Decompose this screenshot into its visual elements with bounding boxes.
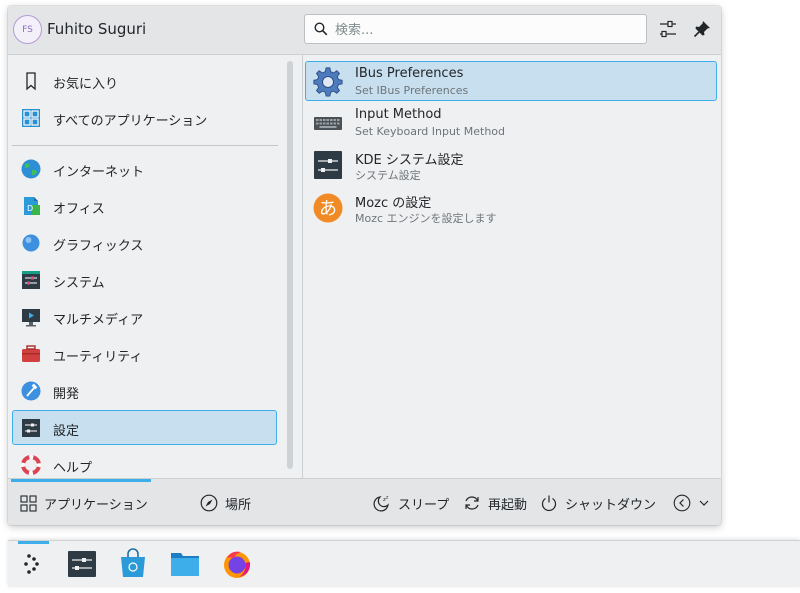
category-favorites[interactable]: お気に入り — [12, 63, 277, 98]
category-office[interactable]: D オフィス — [12, 188, 277, 223]
sleep-label: スリープ — [398, 497, 450, 513]
category-label: オフィス — [53, 202, 105, 217]
app-item-ibus-preferences[interactable]: IBus Preferences Set IBus Preferences — [305, 61, 717, 101]
restart-icon — [465, 496, 479, 510]
compass-icon — [200, 494, 218, 512]
gear-icon — [313, 67, 343, 97]
category-development[interactable]: 開発 — [12, 373, 277, 408]
active-tab-indicator — [11, 479, 151, 482]
taskbar-panel — [8, 540, 800, 587]
search-input[interactable] — [333, 19, 637, 41]
category-help[interactable]: ヘルプ — [12, 447, 277, 482]
tab-places[interactable]: 場所 — [200, 491, 251, 515]
app-description: システム設定 — [355, 169, 421, 182]
tab-label: アプリケーション — [44, 497, 148, 513]
pane-divider — [302, 55, 303, 478]
restart-label: 再起動 — [488, 497, 528, 513]
bookmark-icon — [26, 72, 36, 91]
chevron-down-icon — [699, 500, 709, 506]
category-system[interactable]: システム — [12, 262, 277, 297]
search-box[interactable] — [304, 14, 647, 44]
tab-applications[interactable]: アプリケーション — [20, 491, 148, 515]
category-label: マルチメディア — [53, 313, 144, 328]
app-description: Mozc エンジンを設定します — [355, 212, 497, 225]
shutdown-button[interactable]: シャットダウン — [540, 491, 656, 515]
lifebuoy-icon — [21, 455, 41, 475]
app-name: Input Method — [355, 107, 442, 122]
hammer-icon — [21, 381, 41, 401]
svg-text:あ: あ — [319, 199, 337, 220]
category-all-applications[interactable]: すべてのアプリケーション — [12, 100, 277, 135]
sleep-button[interactable]: z z スリープ — [373, 491, 449, 515]
applications-grid-icon — [20, 494, 37, 512]
sliders-icon[interactable] — [657, 18, 679, 40]
settings-icon — [22, 419, 40, 437]
system-icon — [22, 271, 40, 289]
restart-button[interactable]: 再起動 — [463, 491, 527, 515]
app-item-mozc-settings[interactable]: あ Mozc の設定 Mozc エンジンを設定します — [305, 187, 717, 227]
office-icon: D — [24, 197, 40, 215]
power-icon — [541, 495, 557, 512]
multimedia-icon — [22, 309, 40, 327]
launcher-footer: アプリケーション 場所 z z スリープ 再起動 シャットダウン — [8, 478, 721, 525]
globe-icon — [21, 159, 41, 179]
file-manager-icon[interactable] — [169, 548, 201, 580]
app-description: Set Keyboard Input Method — [355, 125, 505, 138]
firefox-icon[interactable] — [221, 548, 253, 580]
toolbox-icon — [22, 345, 40, 362]
shutdown-label: シャットダウン — [565, 497, 657, 513]
graphics-icon — [22, 234, 40, 252]
category-graphics[interactable]: グラフィックス — [12, 225, 277, 260]
app-description: Set IBus Preferences — [355, 84, 469, 97]
system-settings-icon — [314, 151, 342, 179]
app-name: KDE システム設定 — [355, 153, 464, 168]
search-icon — [314, 22, 328, 36]
sidebar-scrollbar[interactable] — [287, 61, 293, 469]
svg-text:z: z — [386, 496, 389, 501]
keyboard-icon — [314, 117, 342, 130]
launcher-icon[interactable] — [17, 548, 49, 580]
application-launcher: FS Fuhito Suguri お気に入り — [8, 6, 721, 525]
grid-icon — [22, 109, 40, 127]
category-label: すべてのアプリケーション — [53, 114, 208, 129]
tab-label: 場所 — [225, 497, 252, 513]
app-item-input-method[interactable]: Input Method Set Keyboard Input Method — [305, 102, 717, 142]
category-label: インターネット — [53, 165, 145, 180]
mozc-icon: あ — [313, 193, 343, 223]
category-utilities[interactable]: ユーティリティ — [12, 336, 277, 371]
category-sidebar: お気に入り すべてのアプリケーション インターネット D オフィス グラフィック… — [8, 55, 302, 478]
app-item-kde-system-settings[interactable]: KDE システム設定 システム設定 — [305, 144, 717, 184]
system-settings-icon[interactable] — [66, 548, 98, 580]
active-task-indicator — [18, 541, 49, 544]
launcher-header: FS Fuhito Suguri — [8, 6, 721, 55]
user-name: Fuhito Suguri — [47, 20, 147, 38]
pin-icon[interactable] — [691, 18, 713, 40]
category-multimedia[interactable]: マルチメディア — [12, 299, 277, 334]
svg-text:D: D — [27, 204, 33, 213]
category-label: 設定 — [53, 424, 80, 439]
category-label: ヘルプ — [53, 461, 93, 476]
sleep-icon: z z — [373, 496, 389, 512]
more-actions-button[interactable] — [673, 491, 717, 515]
category-label: お気に入り — [53, 77, 119, 92]
category-settings[interactable]: 設定 — [12, 410, 277, 445]
category-label: グラフィックス — [53, 239, 144, 254]
discover-icon[interactable] — [117, 548, 149, 580]
app-name: Mozc の設定 — [355, 196, 432, 211]
category-label: 開発 — [53, 387, 80, 402]
chevron-left-circle-icon — [673, 494, 691, 512]
divider — [12, 145, 278, 146]
category-label: ユーティリティ — [53, 350, 143, 365]
category-internet[interactable]: インターネット — [12, 151, 277, 186]
app-name: IBus Preferences — [355, 66, 464, 81]
user-avatar[interactable]: FS — [13, 15, 42, 44]
category-label: システム — [53, 276, 105, 291]
